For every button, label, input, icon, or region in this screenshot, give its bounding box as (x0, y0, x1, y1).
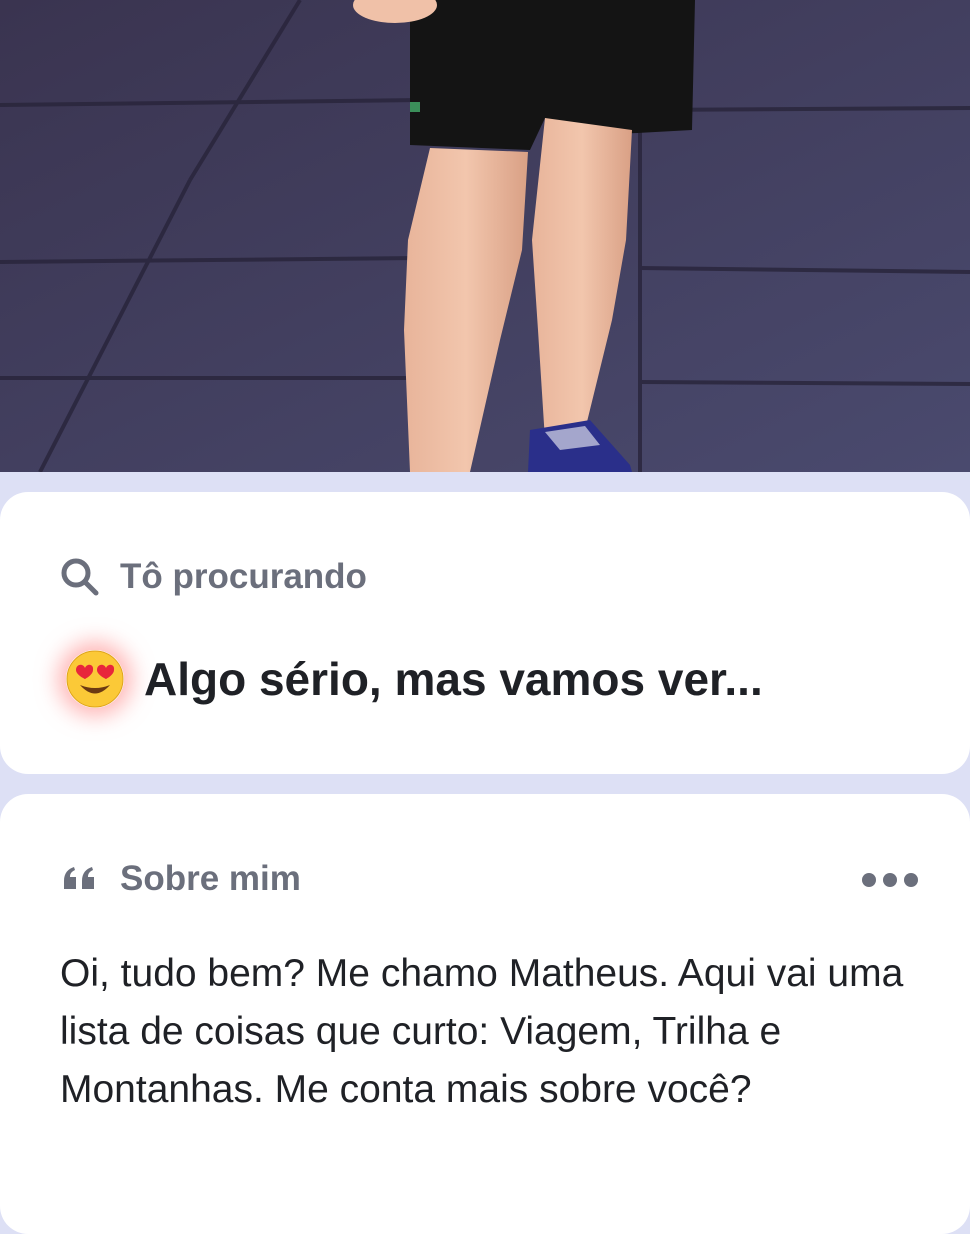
more-options-button[interactable] (862, 866, 918, 894)
looking-for-header: Tô procurando (60, 557, 367, 597)
search-icon (60, 557, 100, 597)
looking-for-card (0, 492, 970, 774)
about-heading: Sobre mim (120, 859, 301, 898)
profile-photo[interactable] (0, 0, 970, 472)
quote-icon (60, 859, 100, 899)
more-dot (883, 873, 897, 887)
looking-for-heading: Tô procurando (120, 557, 367, 596)
profile-photo-image (0, 0, 970, 472)
looking-for-value: Algo sério, mas vamos ver... (144, 653, 763, 705)
more-dots-icon (862, 873, 876, 887)
looking-for-value-row: Algo sério, mas vamos ver... (66, 650, 763, 708)
about-text: Oi, tudo bem? Me chamo Matheus. Aqui vai… (60, 952, 904, 1111)
about-header: Sobre mim (60, 859, 301, 899)
heart-eyes-emoji-icon (66, 650, 124, 708)
more-dot (904, 873, 918, 887)
